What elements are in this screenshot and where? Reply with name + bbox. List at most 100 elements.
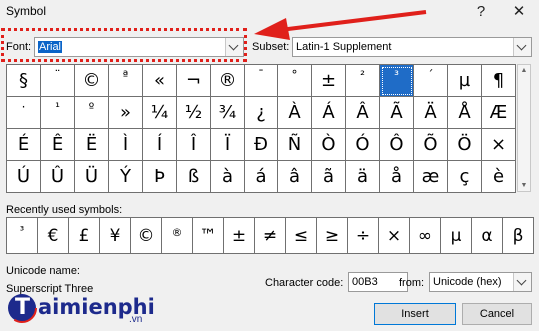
symbol-cell[interactable]: Ë — [75, 129, 109, 161]
scroll-up-icon[interactable]: ▲ — [518, 67, 530, 74]
recent-symbol-cell[interactable]: × — [379, 218, 410, 254]
recent-symbol-cell[interactable]: ≤ — [286, 218, 317, 254]
symbol-cell[interactable]: ¬ — [177, 65, 211, 97]
symbol-cell[interactable]: ¾ — [211, 97, 245, 129]
symbol-cell[interactable]: Å — [448, 97, 482, 129]
symbol-cell[interactable]: Ý — [109, 161, 143, 193]
from-dropdown-button[interactable] — [513, 273, 531, 291]
recent-symbol-cell[interactable]: ≥ — [317, 218, 348, 254]
symbol-cell[interactable]: Ü — [75, 161, 109, 193]
symbol-cell[interactable]: Î — [177, 129, 211, 161]
symbol-cell[interactable]: ¨ — [41, 65, 75, 97]
symbol-cell[interactable]: ® — [211, 65, 245, 97]
symbol-cell[interactable]: ç — [448, 161, 482, 193]
from-value: Unicode (hex) — [433, 276, 502, 288]
symbol-cell[interactable]: Ú — [7, 161, 41, 193]
symbol-cell[interactable]: µ — [448, 65, 482, 97]
symbol-cell[interactable]: Ì — [109, 129, 143, 161]
symbol-cell[interactable]: º — [75, 97, 109, 129]
symbol-cell[interactable]: ¼ — [143, 97, 177, 129]
symbol-cell[interactable]: ³ — [380, 65, 414, 97]
symbol-cell[interactable]: » — [109, 97, 143, 129]
symbol-cell[interactable]: á — [245, 161, 278, 193]
symbol-cell[interactable]: ´ — [414, 65, 448, 97]
symbol-grid: § ¨ © ª «¬ ® ¯ ° ± ² ³ ´ µ ¶ · ¹ º» ¼ ½ ¾ ¿ À Á Â Ã Ä Å Æ É Ê Ë Ì Í Î Ï Ð Ñ Ò… — [6, 64, 516, 193]
cancel-button[interactable]: Cancel — [462, 303, 532, 325]
symbol-cell[interactable]: â — [278, 161, 312, 193]
recent-symbol-cell[interactable]: © — [131, 218, 162, 254]
symbol-cell[interactable]: Æ — [482, 97, 516, 129]
recent-symbol-cell[interactable]: € — [38, 218, 69, 254]
symbol-cell[interactable]: Ó — [346, 129, 380, 161]
symbol-cell[interactable]: Ö — [448, 129, 482, 161]
unicode-name-label: Unicode name: — [6, 265, 80, 277]
chevron-down-icon — [516, 275, 527, 286]
symbol-cell[interactable]: ½ — [177, 97, 211, 129]
symbol-cell[interactable]: ¯ — [245, 65, 278, 97]
from-dropdown[interactable]: Unicode (hex) — [429, 272, 532, 292]
recent-symbol-cell[interactable]: £ — [69, 218, 100, 254]
symbol-cell[interactable]: Á — [312, 97, 346, 129]
symbol-cell[interactable]: © — [75, 65, 109, 97]
symbol-cell[interactable]: Þ — [143, 161, 177, 193]
recent-symbol-cell[interactable]: ∞ — [410, 218, 441, 254]
recent-symbol-cell[interactable]: α — [472, 218, 503, 254]
symbol-cell[interactable]: Ô — [380, 129, 414, 161]
symbol-cell[interactable]: Û — [41, 161, 75, 193]
recent-symbol-cell[interactable]: β — [503, 218, 534, 254]
recent-symbol-cell[interactable]: µ — [441, 218, 472, 254]
symbol-cell[interactable]: è — [482, 161, 516, 193]
recent-symbol-cell[interactable]: ± — [224, 218, 255, 254]
symbol-cell[interactable]: À — [278, 97, 312, 129]
recent-symbol-cell[interactable]: ≠ — [255, 218, 286, 254]
recent-symbols: ³ € £ ¥ © ® ™ ± ≠ ≤ ≥ ÷ × ∞ µ α β — [6, 217, 534, 254]
symbol-cell[interactable]: « — [143, 65, 177, 97]
character-code-value: 00B3 — [352, 276, 378, 288]
symbol-cell[interactable]: § — [7, 65, 41, 97]
scroll-down-icon[interactable]: ▼ — [518, 182, 530, 189]
symbol-cell[interactable]: Õ — [414, 129, 448, 161]
recent-symbol-cell[interactable]: ³ — [7, 218, 38, 254]
symbol-cell[interactable]: × — [482, 129, 516, 161]
symbol-cell[interactable]: Ã — [380, 97, 414, 129]
insert-button[interactable]: Insert — [374, 303, 456, 325]
symbol-cell[interactable]: Ð — [245, 129, 278, 161]
symbol-cell[interactable]: Ï — [211, 129, 245, 161]
recent-symbol-cell[interactable]: ™ — [193, 218, 224, 254]
watermark-suffix: .vn — [129, 314, 143, 325]
close-button[interactable]: ✕ — [509, 2, 529, 22]
subset-dropdown-button[interactable] — [513, 38, 531, 56]
symbol-cell[interactable]: æ — [414, 161, 448, 193]
symbol-cell[interactable]: É — [7, 129, 41, 161]
symbol-cell[interactable]: ¹ — [41, 97, 75, 129]
symbol-cell[interactable]: ß — [177, 161, 211, 193]
symbol-cell[interactable]: Â — [346, 97, 380, 129]
symbol-grid-scrollbar[interactable]: ▲ ▼ — [517, 64, 531, 192]
symbol-cell[interactable]: · — [7, 97, 41, 129]
symbol-cell[interactable]: ¿ — [245, 97, 278, 129]
symbol-cell[interactable]: ± — [312, 65, 346, 97]
symbol-cell[interactable]: Í — [143, 129, 177, 161]
symbol-cell[interactable]: Ò — [312, 129, 346, 161]
recent-symbol-cell[interactable]: ® — [162, 218, 193, 254]
from-label: from: — [399, 277, 425, 289]
symbol-cell[interactable]: ° — [278, 65, 312, 97]
symbol-cell[interactable]: ã — [312, 161, 346, 193]
annotation-highlight-box — [1, 28, 247, 62]
help-button[interactable]: ? — [471, 2, 491, 22]
symbol-cell[interactable]: Ä — [414, 97, 448, 129]
symbol-cell[interactable]: à — [211, 161, 245, 193]
symbol-cell[interactable]: ¶ — [482, 65, 516, 97]
recent-symbol-cell[interactable]: ¥ — [100, 218, 131, 254]
symbol-cell[interactable]: ª — [109, 65, 143, 97]
symbol-cell[interactable]: ² — [346, 65, 380, 97]
symbol-cell[interactable]: ä — [346, 161, 380, 193]
character-code-label: Character code: — [265, 277, 344, 289]
symbol-cell[interactable]: Ê — [41, 129, 75, 161]
symbol-cell[interactable]: Ñ — [278, 129, 312, 161]
window-title: Symbol — [6, 4, 47, 18]
taimienphi-logo: T — [6, 292, 38, 324]
recent-label: Recently used symbols: — [6, 204, 123, 216]
symbol-cell[interactable]: å — [380, 161, 414, 193]
recent-symbol-cell[interactable]: ÷ — [348, 218, 379, 254]
